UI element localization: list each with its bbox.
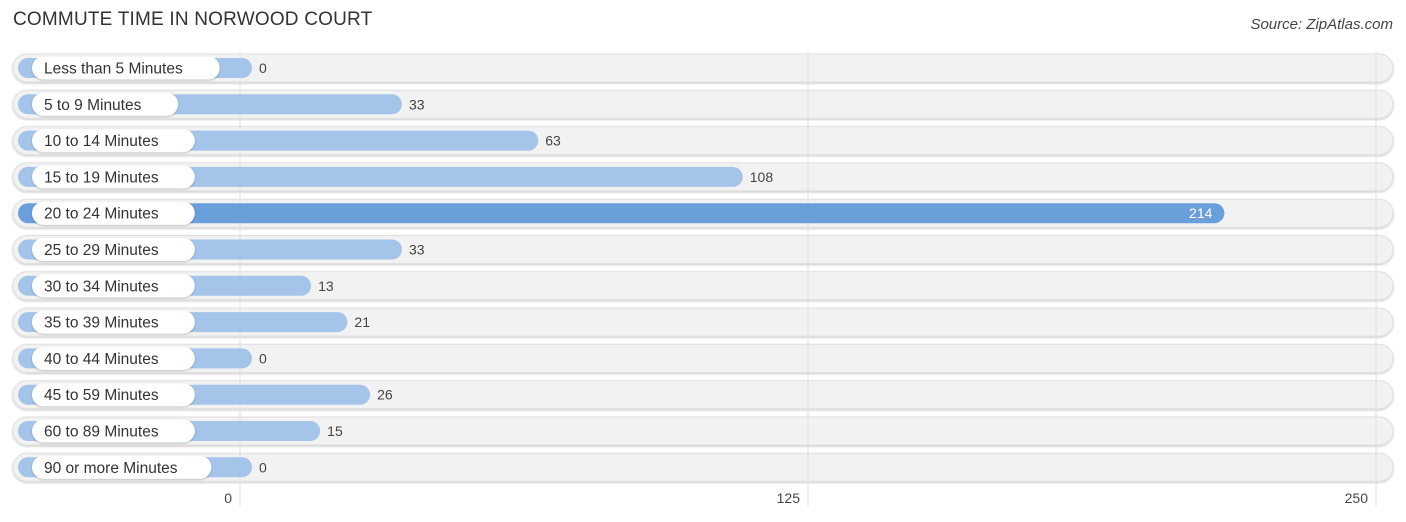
- category-label: 15 to 19 Minutes: [44, 169, 159, 186]
- value-label: 21: [354, 314, 370, 330]
- bar-row: 35 to 39 Minutes 21: [18, 310, 370, 334]
- value-label: 26: [377, 387, 393, 403]
- bar-row: 60 to 89 Minutes 15: [18, 419, 343, 443]
- category-label: 20 to 24 Minutes: [44, 206, 159, 223]
- value-label: 0: [259, 60, 267, 76]
- bar-row: 40 to 44 Minutes 0: [18, 346, 267, 370]
- category-label: 45 to 59 Minutes: [44, 387, 159, 404]
- category-label: 30 to 34 Minutes: [44, 278, 159, 295]
- category-label: 10 to 14 Minutes: [44, 133, 159, 150]
- value-label: 0: [259, 350, 267, 366]
- bar: [18, 203, 1225, 224]
- category-label: 5 to 9 Minutes: [44, 97, 142, 114]
- category-label: Less than 5 Minutes: [44, 61, 183, 78]
- bar-row: 15 to 19 Minutes 108: [18, 165, 774, 189]
- category-label: 90 or more Minutes: [44, 460, 178, 477]
- bar-row: 90 or more Minutes 0: [18, 455, 267, 479]
- category-label: 25 to 29 Minutes: [44, 242, 159, 259]
- x-tick-label: 0: [224, 490, 232, 506]
- bar-row: 25 to 29 Minutes 33: [18, 238, 425, 261]
- x-tick-label: 250: [1345, 490, 1369, 506]
- bar-row: 5 to 9 Minutes 33: [18, 92, 425, 116]
- value-label: 33: [409, 96, 425, 112]
- bar-row: 10 to 14 Minutes 63: [18, 129, 561, 153]
- value-label: 214: [1189, 205, 1213, 221]
- value-label: 0: [259, 459, 267, 475]
- bar-row: 45 to 59 Minutes 26: [18, 383, 393, 407]
- x-tick-label: 125: [777, 490, 801, 506]
- category-label: 40 to 44 Minutes: [44, 351, 159, 368]
- value-label: 15: [327, 423, 343, 439]
- category-label: 60 to 89 Minutes: [44, 424, 159, 441]
- value-label: 13: [318, 278, 334, 294]
- bar-row: 30 to 34 Minutes 13: [18, 274, 334, 298]
- bar-chart: Less than 5 Minutes 0 5 to 9 Minutes 33 10 t…: [12, 52, 1394, 506]
- value-label: 108: [750, 169, 774, 185]
- value-label: 33: [409, 242, 425, 258]
- value-label: 63: [545, 133, 561, 149]
- bar-row: Less than 5 Minutes 0: [18, 56, 267, 80]
- bar-row: 20 to 24 Minutes 214: [18, 201, 1225, 225]
- category-label: 35 to 39 Minutes: [44, 315, 159, 332]
